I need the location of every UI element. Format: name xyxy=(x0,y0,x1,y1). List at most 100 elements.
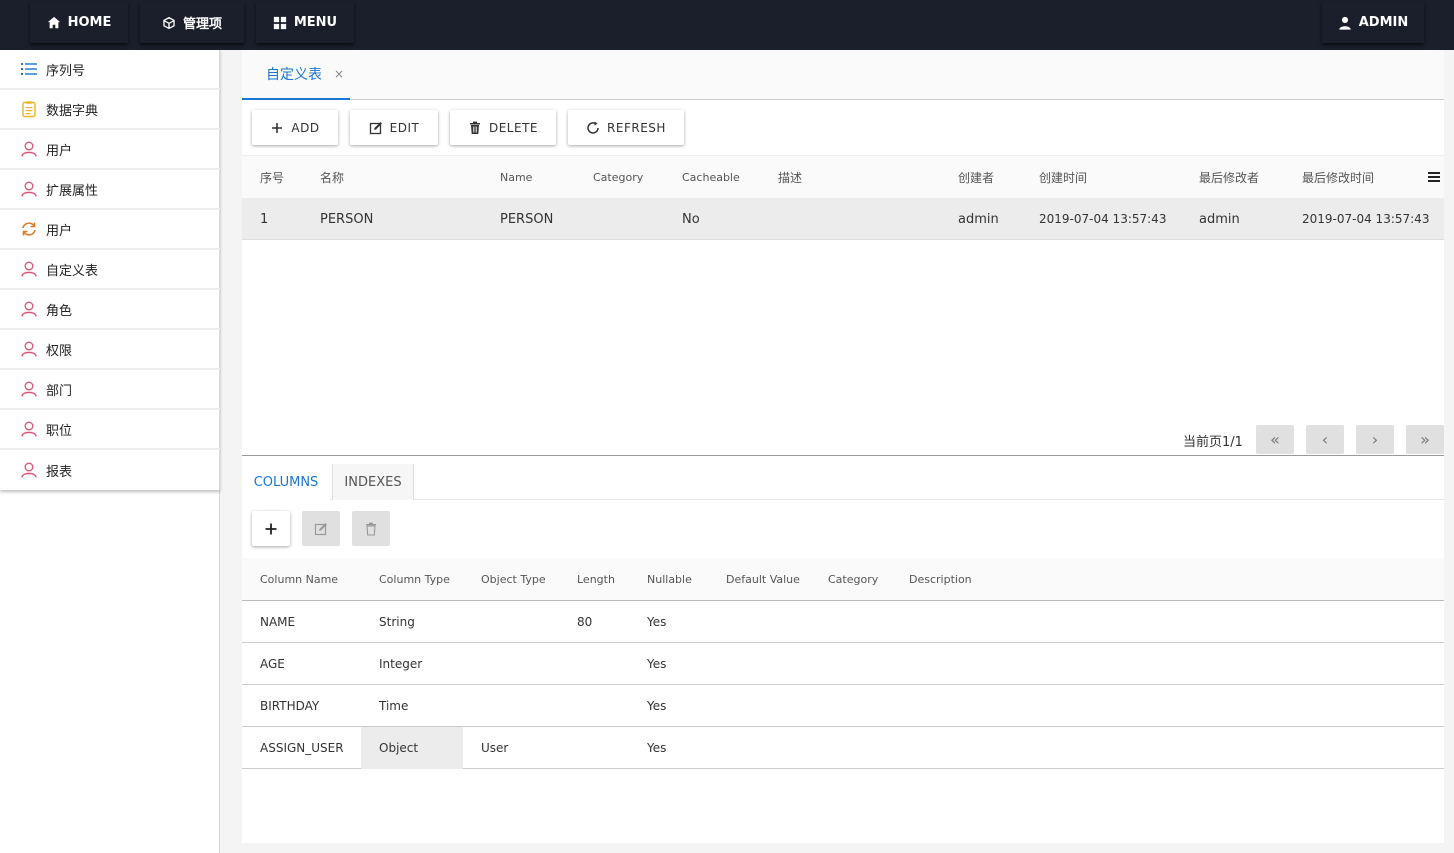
table-row[interactable]: BIRTHDAY Time Yes xyxy=(242,685,1444,727)
edit-label: EDIT xyxy=(389,120,420,135)
col-header-length[interactable]: Length xyxy=(577,558,615,601)
sidebar-item-custom-table[interactable]: 自定义表 xyxy=(0,250,220,290)
edit-icon xyxy=(369,121,382,134)
tab-indexes[interactable]: INDEXES xyxy=(332,464,414,500)
home-button[interactable]: HOME xyxy=(30,2,128,43)
col-header-description[interactable]: 描述 xyxy=(778,156,802,199)
col-header-category[interactable]: Category xyxy=(593,156,643,199)
user-icon xyxy=(21,381,37,397)
cell-length: 80 xyxy=(577,615,593,629)
col-header-creator[interactable]: 创建者 xyxy=(958,156,994,199)
home-label: HOME xyxy=(67,15,112,30)
sidebar-item-report[interactable]: 报表 xyxy=(0,450,220,490)
cell-index: 1 xyxy=(260,211,269,227)
admin-button[interactable]: ADMIN xyxy=(1322,2,1424,43)
close-icon[interactable]: × xyxy=(334,67,344,81)
cell-name: PERSON xyxy=(500,211,554,227)
col-header-description[interactable]: Description xyxy=(909,558,972,601)
cell-column-type: String xyxy=(379,615,415,629)
sidebar-item-extended-attributes[interactable]: 扩展属性 xyxy=(0,170,220,210)
table-row[interactable]: 1 PERSON PERSON No admin 2019-07-04 13:5… xyxy=(242,198,1444,240)
main-content: 自定义表 × ADD EDIT DELETE REFRESH 序号 名称 Nam… xyxy=(242,50,1444,843)
edit-button[interactable]: EDIT xyxy=(350,110,438,145)
admin-label: ADMIN xyxy=(1358,15,1409,30)
refresh-icon xyxy=(587,121,599,134)
cell-column-name: ASSIGN_USER xyxy=(260,741,344,755)
sidebar-item-user[interactable]: 用户 xyxy=(0,130,220,170)
sidebar-item-serial[interactable]: 序列号 xyxy=(0,50,220,90)
table-grid-header: 序号 名称 Name Category Cacheable 描述 创建者 创建时… xyxy=(242,155,1444,198)
cell-column-name: BIRTHDAY xyxy=(260,699,320,713)
delete-label: DELETE xyxy=(488,120,538,135)
section-divider xyxy=(242,455,1444,456)
edit-column-button[interactable] xyxy=(302,511,340,546)
delete-button[interactable]: DELETE xyxy=(450,110,556,145)
col-header-created-time[interactable]: 创建时间 xyxy=(1039,156,1087,199)
col-header-index[interactable]: 序号 xyxy=(260,156,284,199)
sidebar-item-position[interactable]: 职位 xyxy=(0,410,220,450)
cell-column-type: Time xyxy=(379,699,409,713)
cell-column-type[interactable]: Object xyxy=(379,727,418,769)
sidebar-item-role[interactable]: 角色 xyxy=(0,290,220,330)
plus-icon xyxy=(265,523,277,534)
cell-modified-time: 2019-07-04 13:57:43 xyxy=(1302,212,1430,226)
toolbar: ADD EDIT DELETE REFRESH xyxy=(242,110,1444,156)
add-button[interactable]: ADD xyxy=(252,110,338,145)
table-row[interactable]: NAME String 80 Yes xyxy=(242,601,1444,643)
next-page-button[interactable]: › xyxy=(1356,425,1394,454)
top-navigation-bar: HOME 管理项 MENU ADMIN xyxy=(0,0,1454,50)
tab-columns[interactable]: COLUMNS xyxy=(242,464,330,500)
user-icon xyxy=(21,462,37,478)
refresh-label: REFRESH xyxy=(607,120,666,135)
sidebar-item-dictionary[interactable]: 数据字典 xyxy=(0,90,220,130)
menu-label: MENU xyxy=(293,15,338,30)
sidebar-item-label: 序列号 xyxy=(46,63,86,79)
sidebar-item-label: 职位 xyxy=(46,423,73,439)
sidebar-item-user-sync[interactable]: 用户 xyxy=(0,210,220,250)
col-header-nullable[interactable]: Nullable xyxy=(647,558,692,601)
col-header-default-value[interactable]: Default Value xyxy=(726,558,800,601)
sidebar-item-label: 数据字典 xyxy=(46,103,99,119)
sidebar: 序列号 数据字典 用户 扩展属性 用户 自定义表 角色 权限 部门 职位 报表 xyxy=(0,50,220,853)
sidebar-item-label: 用户 xyxy=(46,223,73,239)
col-header-cacheable[interactable]: Cacheable xyxy=(682,156,740,199)
delete-column-button[interactable] xyxy=(352,511,390,546)
home-icon xyxy=(47,16,60,28)
col-header-modified-time[interactable]: 最后修改时间 xyxy=(1302,156,1374,199)
cell-name-cn: PERSON xyxy=(320,211,374,227)
manage-button[interactable]: 管理项 xyxy=(140,2,244,43)
cell-modifier: admin xyxy=(1199,211,1240,227)
cell-nullable: Yes xyxy=(647,615,667,629)
col-header-modifier[interactable]: 最后修改者 xyxy=(1199,156,1259,199)
cell-nullable: Yes xyxy=(647,657,667,671)
manage-label: 管理项 xyxy=(182,17,222,32)
col-header-column-type[interactable]: Column Type xyxy=(379,558,450,601)
hamburger-menu-icon[interactable] xyxy=(1427,170,1441,184)
sidebar-item-label: 报表 xyxy=(46,464,73,480)
user-icon xyxy=(21,181,37,197)
user-icon xyxy=(21,141,37,157)
col-header-object-type[interactable]: Object Type xyxy=(481,558,546,601)
sidebar-item-department[interactable]: 部门 xyxy=(0,370,220,410)
cell-column-type: Integer xyxy=(379,657,423,671)
col-header-name[interactable]: Name xyxy=(500,156,532,199)
col-header-category[interactable]: Category xyxy=(828,558,878,601)
table-row[interactable]: AGE Integer Yes xyxy=(242,643,1444,685)
first-page-button[interactable]: « xyxy=(1256,425,1294,454)
prev-page-button[interactable]: ‹ xyxy=(1306,425,1344,454)
trash-icon xyxy=(366,522,376,536)
sidebar-item-permission[interactable]: 权限 xyxy=(0,330,220,370)
menu-button[interactable]: MENU xyxy=(256,2,354,43)
col-header-column-name[interactable]: Column Name xyxy=(260,558,338,601)
last-page-button[interactable]: » xyxy=(1406,425,1444,454)
tab-custom-table[interactable]: 自定义表 × xyxy=(242,50,350,100)
add-column-button[interactable] xyxy=(252,511,290,546)
cell-nullable: Yes xyxy=(647,699,667,713)
table-row[interactable]: ASSIGN_USER Object User Yes xyxy=(242,727,1444,769)
refresh-button[interactable]: REFRESH xyxy=(568,110,684,145)
user-icon xyxy=(21,301,37,317)
col-header-name-cn[interactable]: 名称 xyxy=(320,156,344,199)
pager-status: 当前页1/1 xyxy=(1183,435,1243,450)
cell-creator: admin xyxy=(958,211,999,227)
columns-table-header: Column Name Column Type Object Type Leng… xyxy=(242,558,1444,601)
